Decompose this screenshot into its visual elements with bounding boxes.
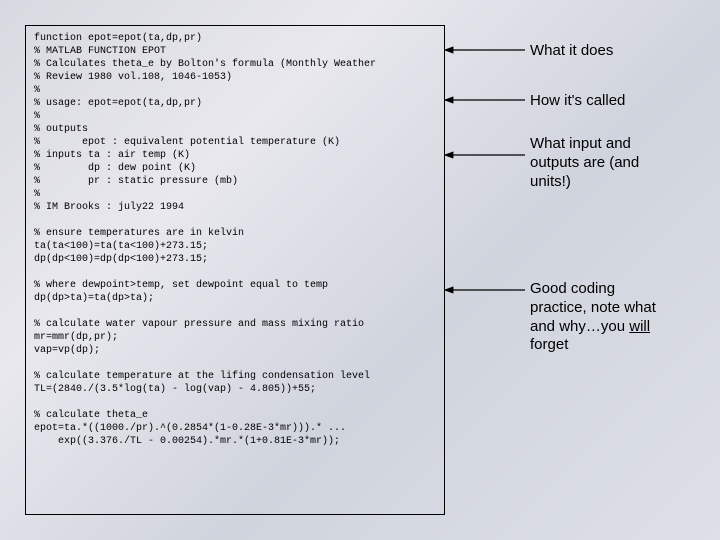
annotation-text-line3: and why…you [530,318,629,335]
annotation-text-line1: Good coding [530,280,615,297]
annotation-text-line2: practice, note what [530,299,656,316]
annotation-text: What it does [530,42,613,59]
annotation-text-underline: will [629,318,650,335]
code-box: function epot=epot(ta,dp,pr) % MATLAB FU… [25,25,445,515]
annotation-text-line1: What input and [530,135,631,152]
annotation-text-line3: units!) [530,173,571,190]
annotation-good-practice: Good coding practice, note what and why…… [530,280,720,355]
annotation-text-line4: forget [530,336,568,353]
code-listing: function epot=epot(ta,dp,pr) % MATLAB FU… [34,32,436,448]
annotation-what-it-does: What it does [530,42,720,61]
annotation-io: What input and outputs are (and units!) [530,135,720,191]
annotation-text: How it's called [530,92,625,109]
annotation-how-called: How it's called [530,92,720,111]
annotation-text-line2: outputs are (and [530,154,639,171]
